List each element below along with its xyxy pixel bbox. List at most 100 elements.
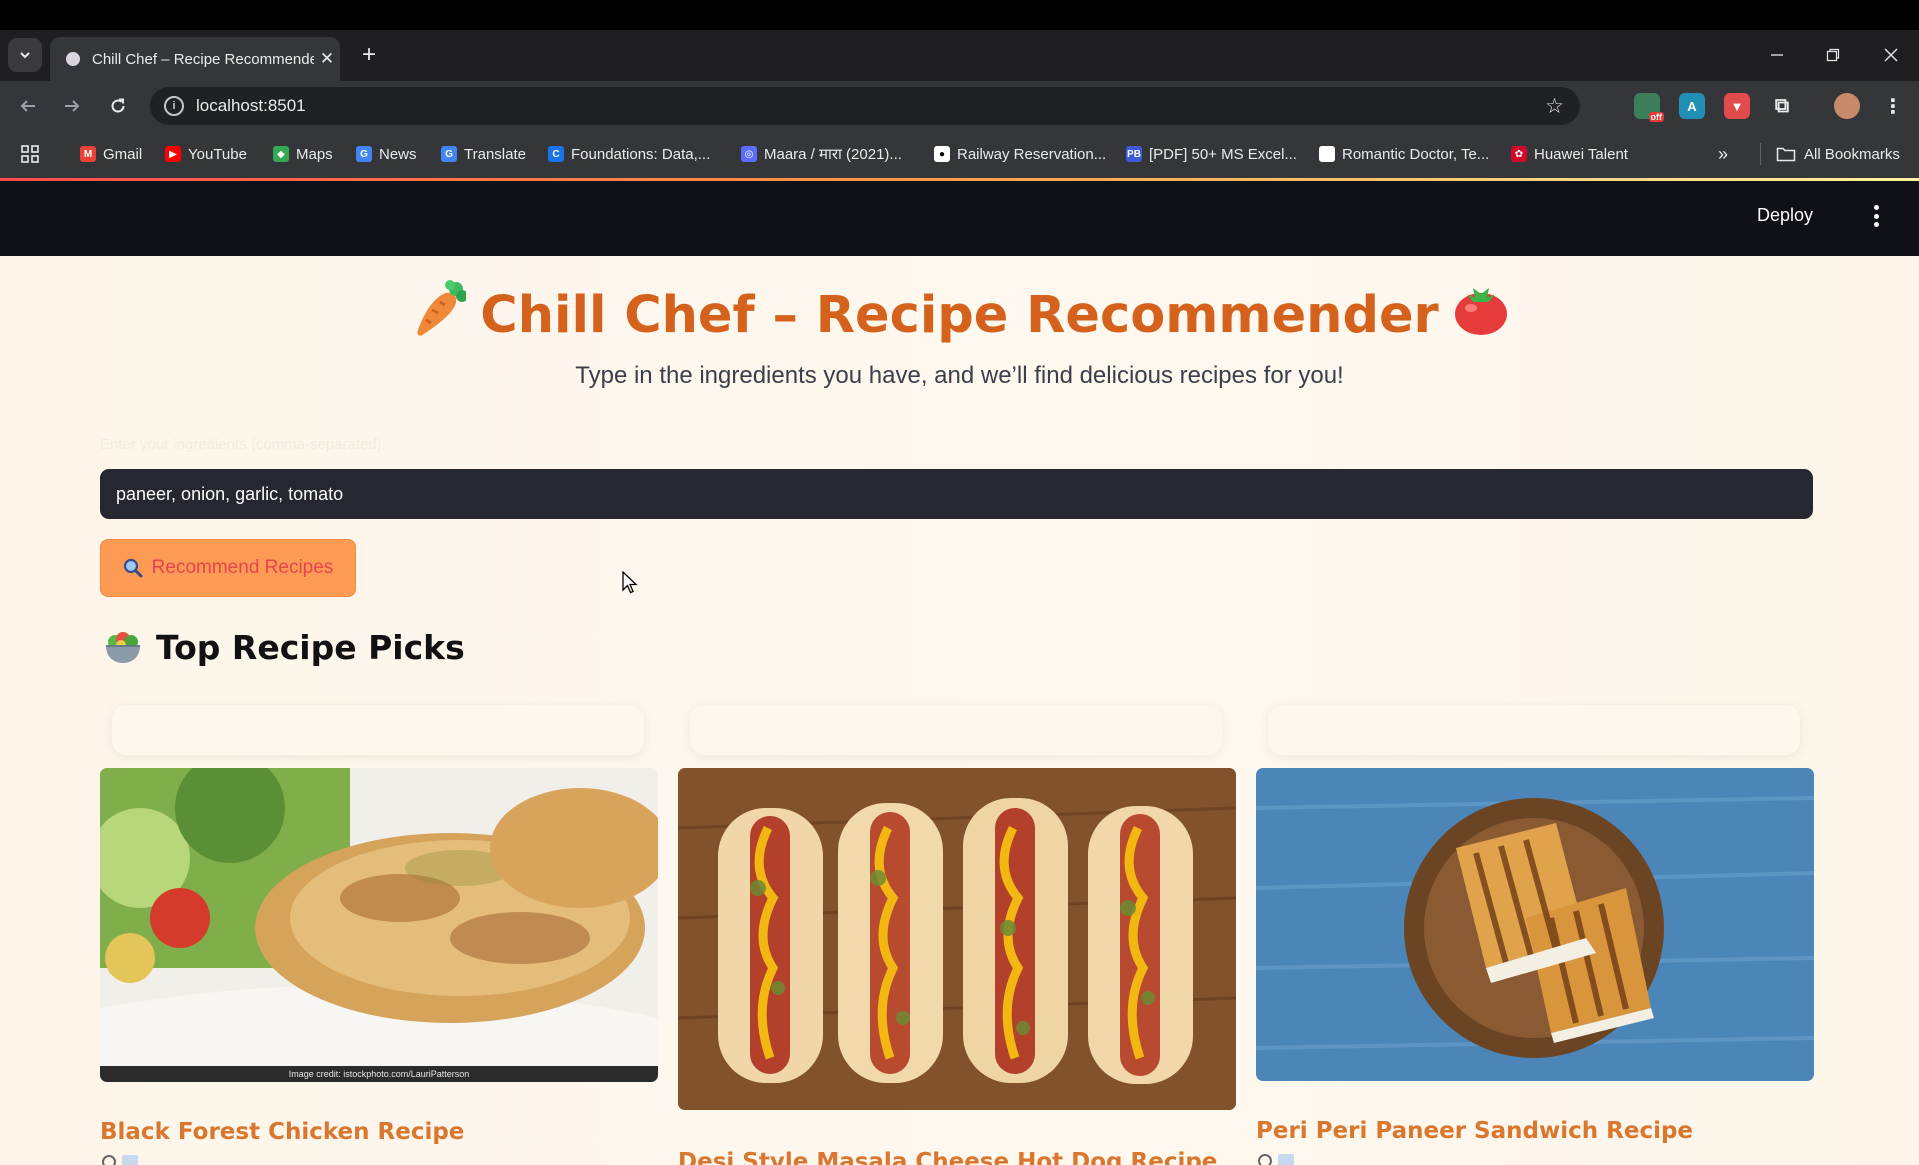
browser-menu-icon[interactable]: ⋮	[1880, 93, 1906, 119]
deploy-button[interactable]: Deploy	[1757, 205, 1813, 226]
bookmark-label: Huawei Talent	[1534, 145, 1628, 163]
extensions-puzzle-icon[interactable]: ⧉	[1769, 93, 1795, 119]
bookmark-news[interactable]: G News	[356, 143, 417, 165]
minimize-button[interactable]	[1749, 30, 1805, 80]
arrow-left-icon	[20, 100, 35, 112]
all-bookmarks-button[interactable]: All Bookmarks	[1776, 143, 1900, 165]
close-window-button[interactable]	[1863, 30, 1919, 80]
railway-icon: ●	[934, 146, 950, 162]
difficulty-icon	[122, 1155, 138, 1165]
more-bookmarks-chevron-icon[interactable]: »	[1718, 143, 1728, 165]
tab-title: Chill Chef – Recipe Recommender	[92, 50, 314, 68]
apps-grid-icon[interactable]	[20, 143, 40, 165]
bookmark-romantic-doctor[interactable]: Romantic Doctor, Te...	[1319, 143, 1489, 165]
bookmark-label: Romantic Doctor, Te...	[1342, 145, 1490, 163]
recommend-recipes-button[interactable]: Recommend Recipes	[100, 539, 356, 597]
close-icon	[1884, 48, 1898, 62]
recommend-recipes-label: Recommend Recipes	[151, 557, 334, 578]
browser-toolbar: i localhost:8501 ☆ off A ▼ ⧉ ⋮	[0, 81, 1919, 131]
bookmark-label: Translate	[464, 145, 526, 163]
bookmark-huawei[interactable]: ✿ Huawei Talent	[1511, 143, 1628, 165]
new-tab-button[interactable]: +	[352, 38, 386, 72]
bookmark-gmail[interactable]: M Gmail	[80, 143, 142, 165]
youtube-icon: ▶	[165, 146, 181, 162]
site-info-icon[interactable]: i	[164, 96, 184, 116]
ingredients-label: Enter your ingredients (comma-separated)…	[100, 436, 386, 453]
chicken-image	[100, 768, 658, 1082]
bookmarks-divider	[1760, 143, 1761, 165]
profile-avatar[interactable]	[1834, 93, 1860, 119]
tomato-icon	[1453, 282, 1509, 349]
ingredients-input[interactable]	[100, 469, 1813, 519]
recipe-card-header	[1268, 705, 1800, 755]
bookmark-youtube[interactable]: ▶ YouTube	[165, 143, 247, 165]
recipe-title[interactable]: Desi Style Masala Cheese Hot Dog Recipe	[678, 1149, 1217, 1165]
bookmark-label: Maps	[296, 145, 333, 163]
app-menu-icon[interactable]	[1871, 201, 1881, 231]
grid-icon	[21, 145, 39, 163]
extension-off-icon[interactable]: off	[1634, 93, 1664, 122]
gmail-icon: M	[80, 146, 96, 162]
tab-close-icon[interactable]: ✕	[314, 49, 340, 69]
bookmark-label: Gmail	[103, 145, 143, 163]
recipe-image-sandwich[interactable]	[1256, 768, 1814, 1081]
hotdog-image	[678, 768, 1236, 1110]
recipe-title[interactable]: Black Forest Chicken Recipe	[100, 1119, 464, 1145]
image-credit: Image credit: istockphoto.com/LauriPatte…	[100, 1066, 658, 1082]
bookmark-label: News	[379, 145, 417, 163]
section-heading: Top Recipe Picks	[104, 628, 465, 667]
chevron-down-icon	[20, 52, 30, 59]
address-bar[interactable]: i localhost:8501 ☆	[150, 87, 1580, 125]
reload-icon	[111, 98, 125, 113]
back-button[interactable]	[10, 88, 46, 124]
carrot-icon	[410, 280, 469, 351]
app-main: Chill Chef – Recipe Recommender Type in …	[0, 256, 1919, 1165]
browser-tab-active[interactable]: Chill Chef – Recipe Recommender ✕	[50, 37, 340, 81]
page-icon	[1319, 146, 1335, 162]
bookmark-translate[interactable]: G Translate	[441, 143, 526, 165]
folder-icon	[1776, 147, 1796, 162]
huawei-icon: ✿	[1511, 146, 1527, 162]
recipe-image-chicken[interactable]: Image credit: istockphoto.com/LauriPatte…	[100, 768, 658, 1082]
bookmark-label: Railway Reservation...	[957, 145, 1107, 163]
pdf-icon: PB	[1126, 146, 1142, 162]
translate-icon: G	[441, 146, 457, 162]
salad-bowl-icon	[104, 631, 142, 665]
minimize-icon	[1771, 54, 1783, 56]
forward-button[interactable]	[54, 88, 90, 124]
bookmark-label: Maara / मारा (2021)...	[764, 146, 902, 163]
maara-icon: ◎	[741, 146, 757, 162]
bookmark-label: YouTube	[188, 145, 247, 163]
recipe-image-hotdog[interactable]	[678, 768, 1236, 1110]
reload-button[interactable]	[100, 88, 136, 124]
tab-search-button[interactable]	[8, 38, 42, 72]
page-title-row: Chill Chef – Recipe Recommender	[0, 280, 1919, 351]
all-bookmarks-label: All Bookmarks	[1804, 145, 1900, 163]
screen-top-strip	[0, 0, 1919, 30]
coursera-icon: C	[548, 146, 564, 162]
extension-pocket-icon[interactable]: ▼	[1724, 93, 1750, 119]
magnifier-icon	[123, 558, 143, 578]
recipe-title[interactable]: Peri Peri Paneer Sandwich Recipe	[1256, 1118, 1693, 1144]
bookmarks-bar: M Gmail ▶ YouTube ◆ Maps G News G Translate C…	[0, 131, 1919, 178]
news-icon: G	[356, 146, 372, 162]
tab-favicon-icon	[66, 52, 80, 66]
page-subtitle: Type in the ingredients you have, and we…	[575, 362, 1344, 389]
clock-icon	[102, 1155, 116, 1165]
recipe-meta	[102, 1155, 138, 1165]
restore-icon	[1826, 48, 1840, 62]
bookmark-foundations[interactable]: C Foundations: Data,...	[548, 143, 710, 165]
app-header: Deploy	[0, 181, 1919, 256]
bookmark-maara[interactable]: ◎ Maara / मारा (2021)...	[741, 143, 902, 165]
section-title: Top Recipe Picks	[156, 628, 465, 667]
recipe-card-header	[112, 705, 644, 755]
bookmark-railway[interactable]: ● Railway Reservation...	[934, 143, 1106, 165]
recipe-meta	[1258, 1154, 1294, 1165]
url-text: localhost:8501	[196, 96, 306, 115]
bookmark-pdf-excel[interactable]: PB [PDF] 50+ MS Excel...	[1126, 143, 1297, 165]
bookmark-maps[interactable]: ◆ Maps	[273, 143, 333, 165]
recipe-card-header	[690, 705, 1222, 755]
restore-button[interactable]	[1805, 30, 1861, 80]
bookmark-star-icon[interactable]: ☆	[1545, 94, 1564, 119]
extension-translate-icon[interactable]: A	[1679, 93, 1705, 119]
